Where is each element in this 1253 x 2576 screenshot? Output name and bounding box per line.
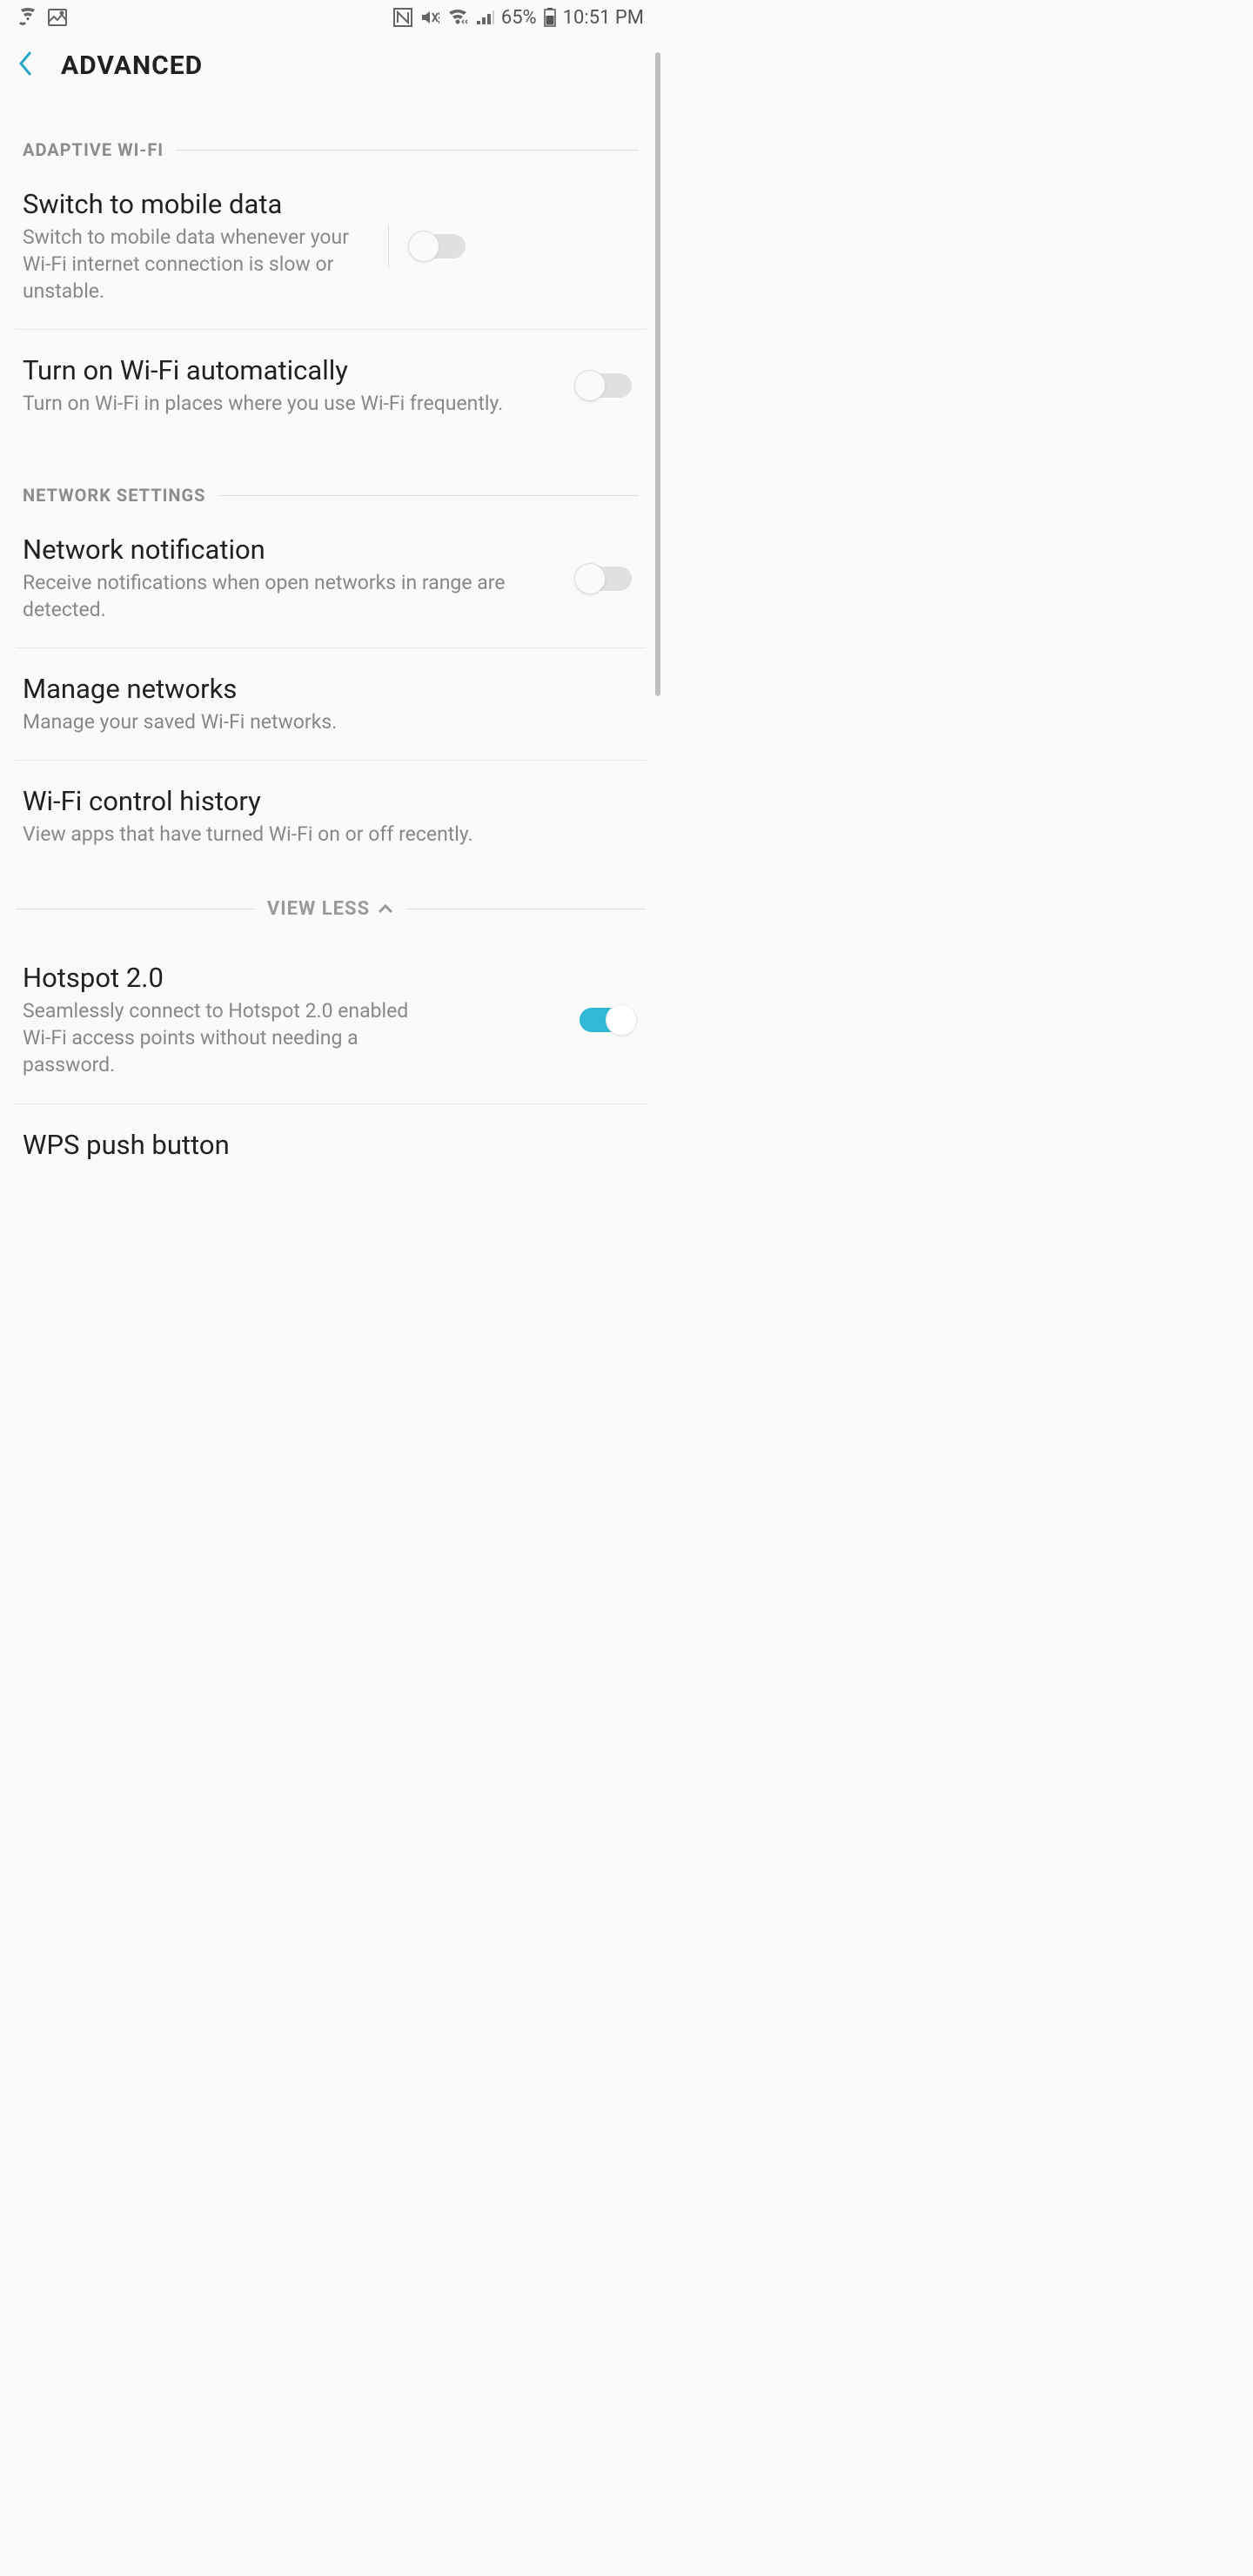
section-network-settings: NETWORK SETTINGS xyxy=(0,441,661,509)
setting-wps-push-button[interactable]: WPS push button xyxy=(0,1104,661,1189)
setting-title: Wi-Fi control history xyxy=(23,785,639,817)
back-icon[interactable] xyxy=(17,49,35,82)
setting-title: WPS push button xyxy=(23,1129,639,1161)
setting-desc: Seamlessly connect to Hotspot 2.0 enable… xyxy=(23,997,423,1078)
divider xyxy=(218,495,640,496)
settings-content: ADAPTIVE WI-FI Switch to mobile data Swi… xyxy=(0,96,661,1189)
status-bar: 65% 10:51 PM xyxy=(0,0,661,35)
mute-vibrate-icon xyxy=(419,8,440,27)
battery-percent: 65% xyxy=(501,7,537,29)
view-less-label: VIEW LESS xyxy=(267,898,370,920)
setting-desc: View apps that have turned Wi-Fi on or o… xyxy=(23,821,639,848)
scrollbar[interactable] xyxy=(654,0,661,1358)
clock-time: 10:51 PM xyxy=(563,7,644,29)
wifi-calling-icon xyxy=(17,8,38,27)
setting-network-notification[interactable]: Network notification Receive notificatio… xyxy=(0,509,661,647)
setting-auto-wifi[interactable]: Turn on Wi-Fi automatically Turn on Wi-F… xyxy=(0,330,661,441)
scrollbar-thumb[interactable] xyxy=(655,52,660,696)
toggle-hotspot-20[interactable] xyxy=(573,1003,639,1037)
setting-desc: Switch to mobile data whenever your Wi-F… xyxy=(23,224,371,305)
setting-title: Turn on Wi-Fi automatically xyxy=(23,354,555,386)
divider xyxy=(176,150,639,151)
view-less-button[interactable]: VIEW LESS xyxy=(0,872,661,937)
divider xyxy=(388,225,389,268)
status-left xyxy=(17,8,68,27)
section-label: ADAPTIVE WI-FI xyxy=(23,139,164,160)
signal-icon xyxy=(475,9,494,26)
toggle-network-notification[interactable] xyxy=(573,561,639,596)
setting-title: Switch to mobile data xyxy=(23,188,371,220)
image-icon xyxy=(47,8,68,27)
setting-desc: Turn on Wi-Fi in places where you use Wi… xyxy=(23,390,555,417)
app-bar: ADVANCED xyxy=(0,35,661,96)
toggle-switch-mobile-data[interactable] xyxy=(406,229,472,264)
section-label: NETWORK SETTINGS xyxy=(23,485,206,506)
nfc-icon xyxy=(393,8,412,27)
section-adaptive-wifi: ADAPTIVE WI-FI xyxy=(0,96,661,164)
chevron-up-icon xyxy=(377,898,394,920)
setting-manage-networks[interactable]: Manage networks Manage your saved Wi-Fi … xyxy=(0,648,661,760)
battery-icon xyxy=(544,8,556,27)
setting-desc: Receive notifications when open networks… xyxy=(23,569,555,623)
page-title: ADVANCED xyxy=(61,50,203,81)
setting-title: Hotspot 2.0 xyxy=(23,962,555,994)
setting-desc: Manage your saved Wi-Fi networks. xyxy=(23,708,639,735)
setting-wifi-control-history[interactable]: Wi-Fi control history View apps that hav… xyxy=(0,761,661,872)
status-right: 65% 10:51 PM xyxy=(393,7,644,29)
setting-switch-mobile-data[interactable]: Switch to mobile data Switch to mobile d… xyxy=(0,164,661,329)
setting-title: Network notification xyxy=(23,533,555,566)
wifi-icon xyxy=(447,9,468,26)
setting-hotspot-20[interactable]: Hotspot 2.0 Seamlessly connect to Hotspo… xyxy=(0,937,661,1103)
toggle-auto-wifi[interactable] xyxy=(573,368,639,403)
setting-title: Manage networks xyxy=(23,673,639,705)
